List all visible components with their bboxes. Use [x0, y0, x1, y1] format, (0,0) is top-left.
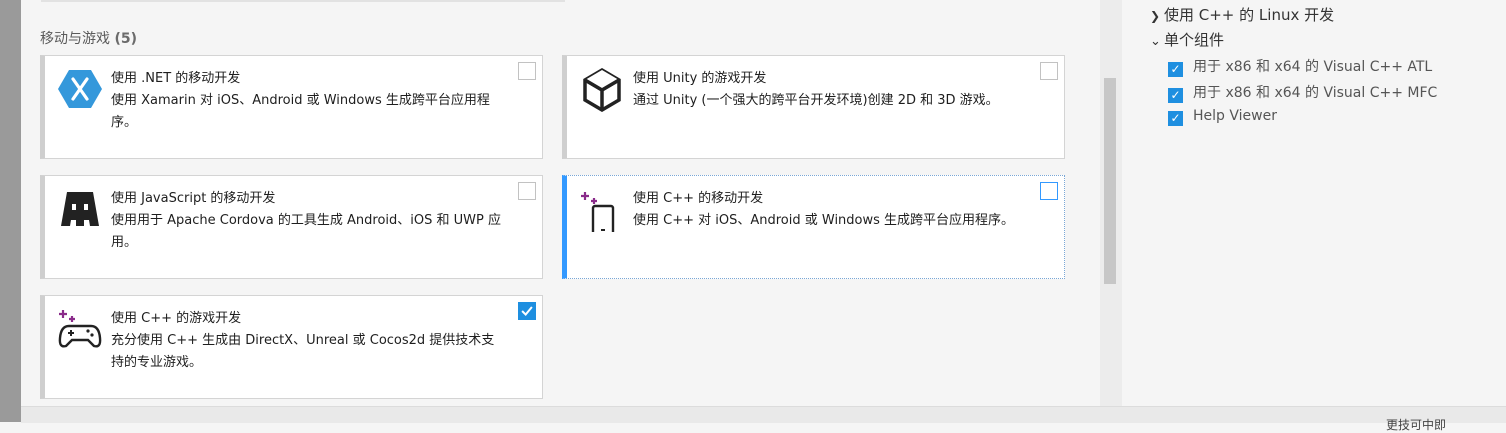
scrollbar-thumb[interactable] [1104, 78, 1116, 284]
card-description: 通过 Unity (一个强大的跨平台开发环境)创建 2D 和 3D 游戏。 [633, 93, 999, 108]
workload-card-unity-games[interactable]: 使用 Unity 的游戏开发 通过 Unity (一个强大的跨平台开发环境)创建… [562, 55, 1065, 159]
tree-item-individual-components[interactable]: ⌄ 单个组件 [1150, 29, 1224, 50]
tree-item-linux-cpp[interactable]: ❯ 使用 C++ 的 Linux 开发 [1150, 4, 1334, 25]
workload-card-javascript-mobile[interactable]: 使用 JavaScript 的移动开发 使用用于 Apache Cordova … [40, 175, 543, 279]
mobile-cpp-icon [581, 192, 615, 232]
left-window-edge [0, 0, 21, 422]
card-title: 使用 C++ 的移动开发 [633, 191, 764, 206]
workload-card-cpp-mobile[interactable]: 使用 C++ 的移动开发 使用 C++ 对 iOS、Android 或 Wind… [562, 175, 1065, 279]
tree-item-label: 使用 C++ 的 Linux 开发 [1164, 6, 1335, 24]
gamepad-icon [58, 310, 102, 348]
workload-checkbox[interactable] [518, 62, 536, 80]
component-checkbox[interactable]: ✓ [1168, 62, 1183, 77]
chevron-down-icon[interactable]: ⌄ [1150, 34, 1164, 49]
component-label: 用于 x86 和 x64 的 Visual C++ MFC [1193, 85, 1438, 101]
workload-checkbox[interactable] [1040, 182, 1058, 200]
card-description: 使用 C++ 对 iOS、Android 或 Windows 生成跨平台应用程序… [633, 213, 1015, 228]
workload-card-dotnet-mobile[interactable]: 使用 .NET 的移动开发 使用 Xamarin 对 iOS、Android 或… [40, 55, 543, 159]
workload-checkbox[interactable] [518, 302, 536, 320]
component-item[interactable]: ✓ 用于 x86 和 x64 的 Visual C++ MFC [1168, 82, 1437, 103]
workload-card-cpp-games[interactable]: 使用 C++ 的游戏开发 充分使用 C++ 生成由 DirectX、Unreal… [40, 295, 543, 399]
workloads-panel: 移动与游戏 (5) 使用 .NET 的移动开发 使用 Xamarin 对 iOS… [21, 0, 1100, 406]
previous-card-edge [41, 0, 565, 2]
component-label: Help Viewer [1193, 108, 1277, 124]
tree-item-label: 单个组件 [1164, 31, 1225, 49]
card-description: 使用 Xamarin 对 iOS、Android 或 Windows 生成跨平台… [111, 93, 490, 130]
checkmark-icon [521, 306, 533, 317]
cordova-icon [61, 192, 99, 226]
footer-bar [21, 406, 1506, 423]
component-item[interactable]: ✓ Help Viewer [1168, 108, 1277, 126]
section-count: (5) [114, 31, 137, 47]
card-title: 使用 JavaScript 的移动开发 [111, 191, 276, 206]
section-title: 移动与游戏 (5) [40, 28, 137, 48]
unity-icon [583, 67, 621, 112]
component-checkbox[interactable]: ✓ [1168, 111, 1183, 126]
card-title: 使用 C++ 的游戏开发 [111, 311, 242, 326]
workload-checkbox[interactable] [1040, 62, 1058, 80]
footer-partial-text: 更技可中即 [1386, 418, 1447, 432]
component-checkbox[interactable]: ✓ [1168, 88, 1183, 103]
xamarin-icon [58, 70, 102, 108]
component-label: 用于 x86 和 x64 的 Visual C++ ATL [1193, 59, 1433, 75]
section-title-label: 移动与游戏 [40, 31, 110, 47]
card-title: 使用 .NET 的移动开发 [111, 71, 241, 86]
chevron-right-icon[interactable]: ❯ [1150, 9, 1164, 23]
card-title: 使用 Unity 的游戏开发 [633, 71, 767, 86]
workload-checkbox[interactable] [518, 182, 536, 200]
card-description: 充分使用 C++ 生成由 DirectX、Unreal 或 Cocos2d 提供… [111, 333, 495, 370]
card-description: 使用用于 Apache Cordova 的工具生成 Android、iOS 和 … [111, 213, 502, 250]
component-item[interactable]: ✓ 用于 x86 和 x64 的 Visual C++ ATL [1168, 56, 1432, 77]
